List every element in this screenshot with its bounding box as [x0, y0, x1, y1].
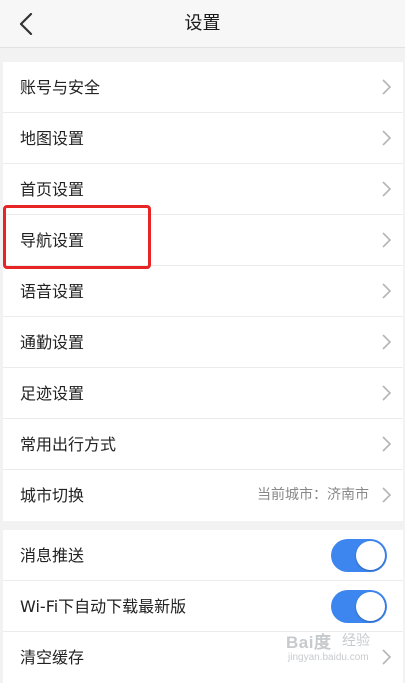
settings-item-label: 通勤设置 — [20, 333, 85, 352]
settings-item-label: 足迹设置 — [20, 384, 85, 403]
nav-bar: 设置 — [0, 0, 405, 48]
settings-group-main: 账号与安全 地图设置 首页设置 导航设置 语音设置 通勤设置 足迹设置 常用出行… — [3, 62, 403, 521]
current-city-value: 当前城市：济南市 — [257, 487, 369, 503]
settings-item-label: 城市切换 — [20, 486, 85, 505]
settings-item-label: 常用出行方式 — [20, 435, 117, 454]
chevron-right-icon — [382, 487, 391, 503]
settings-item-voice[interactable]: 语音设置 — [3, 266, 403, 317]
settings-item-label: 首页设置 — [20, 180, 85, 199]
toggle-knob — [356, 541, 385, 570]
wifi-auto-download-toggle[interactable] — [331, 590, 387, 623]
chevron-right-icon — [382, 130, 391, 146]
chevron-right-icon — [382, 436, 391, 452]
page-title: 设置 — [184, 13, 221, 34]
settings-item-travel-mode[interactable]: 常用出行方式 — [3, 419, 403, 470]
settings-item-navigation[interactable]: 导航设置 — [3, 215, 403, 266]
chevron-right-icon — [382, 649, 391, 665]
chevron-right-icon — [382, 334, 391, 350]
settings-item-clear-cache[interactable]: 清空缓存 — [3, 632, 403, 683]
settings-item-map[interactable]: 地图设置 — [3, 113, 403, 164]
settings-item-label: 消息推送 — [20, 546, 85, 565]
settings-group-app: 消息推送 Wi-Fi下自动下载最新版 清空缓存 — [3, 530, 403, 683]
chevron-left-icon — [19, 13, 33, 35]
message-push-toggle[interactable] — [331, 539, 387, 572]
settings-item-label: 导航设置 — [20, 231, 85, 250]
settings-item-label: 地图设置 — [20, 129, 85, 148]
settings-item-wifi-auto-download: Wi-Fi下自动下载最新版 — [3, 581, 403, 632]
settings-item-homepage[interactable]: 首页设置 — [3, 164, 403, 215]
chevron-right-icon — [382, 181, 391, 197]
chevron-right-icon — [382, 232, 391, 248]
chevron-right-icon — [382, 79, 391, 95]
settings-item-account-security[interactable]: 账号与安全 — [3, 62, 403, 113]
settings-item-city-switch[interactable]: 城市切换 当前城市：济南市 — [3, 470, 403, 521]
settings-item-message-push: 消息推送 — [3, 530, 403, 581]
settings-item-label: 语音设置 — [20, 282, 85, 301]
chevron-right-icon — [382, 283, 391, 299]
toggle-knob — [356, 592, 385, 621]
settings-item-footprint[interactable]: 足迹设置 — [3, 368, 403, 419]
settings-item-label: 账号与安全 — [20, 78, 101, 97]
back-button[interactable] — [12, 10, 40, 38]
chevron-right-icon — [382, 385, 391, 401]
settings-item-label: 清空缓存 — [20, 648, 85, 667]
settings-item-commute[interactable]: 通勤设置 — [3, 317, 403, 368]
settings-item-label: Wi-Fi下自动下载最新版 — [20, 597, 187, 616]
